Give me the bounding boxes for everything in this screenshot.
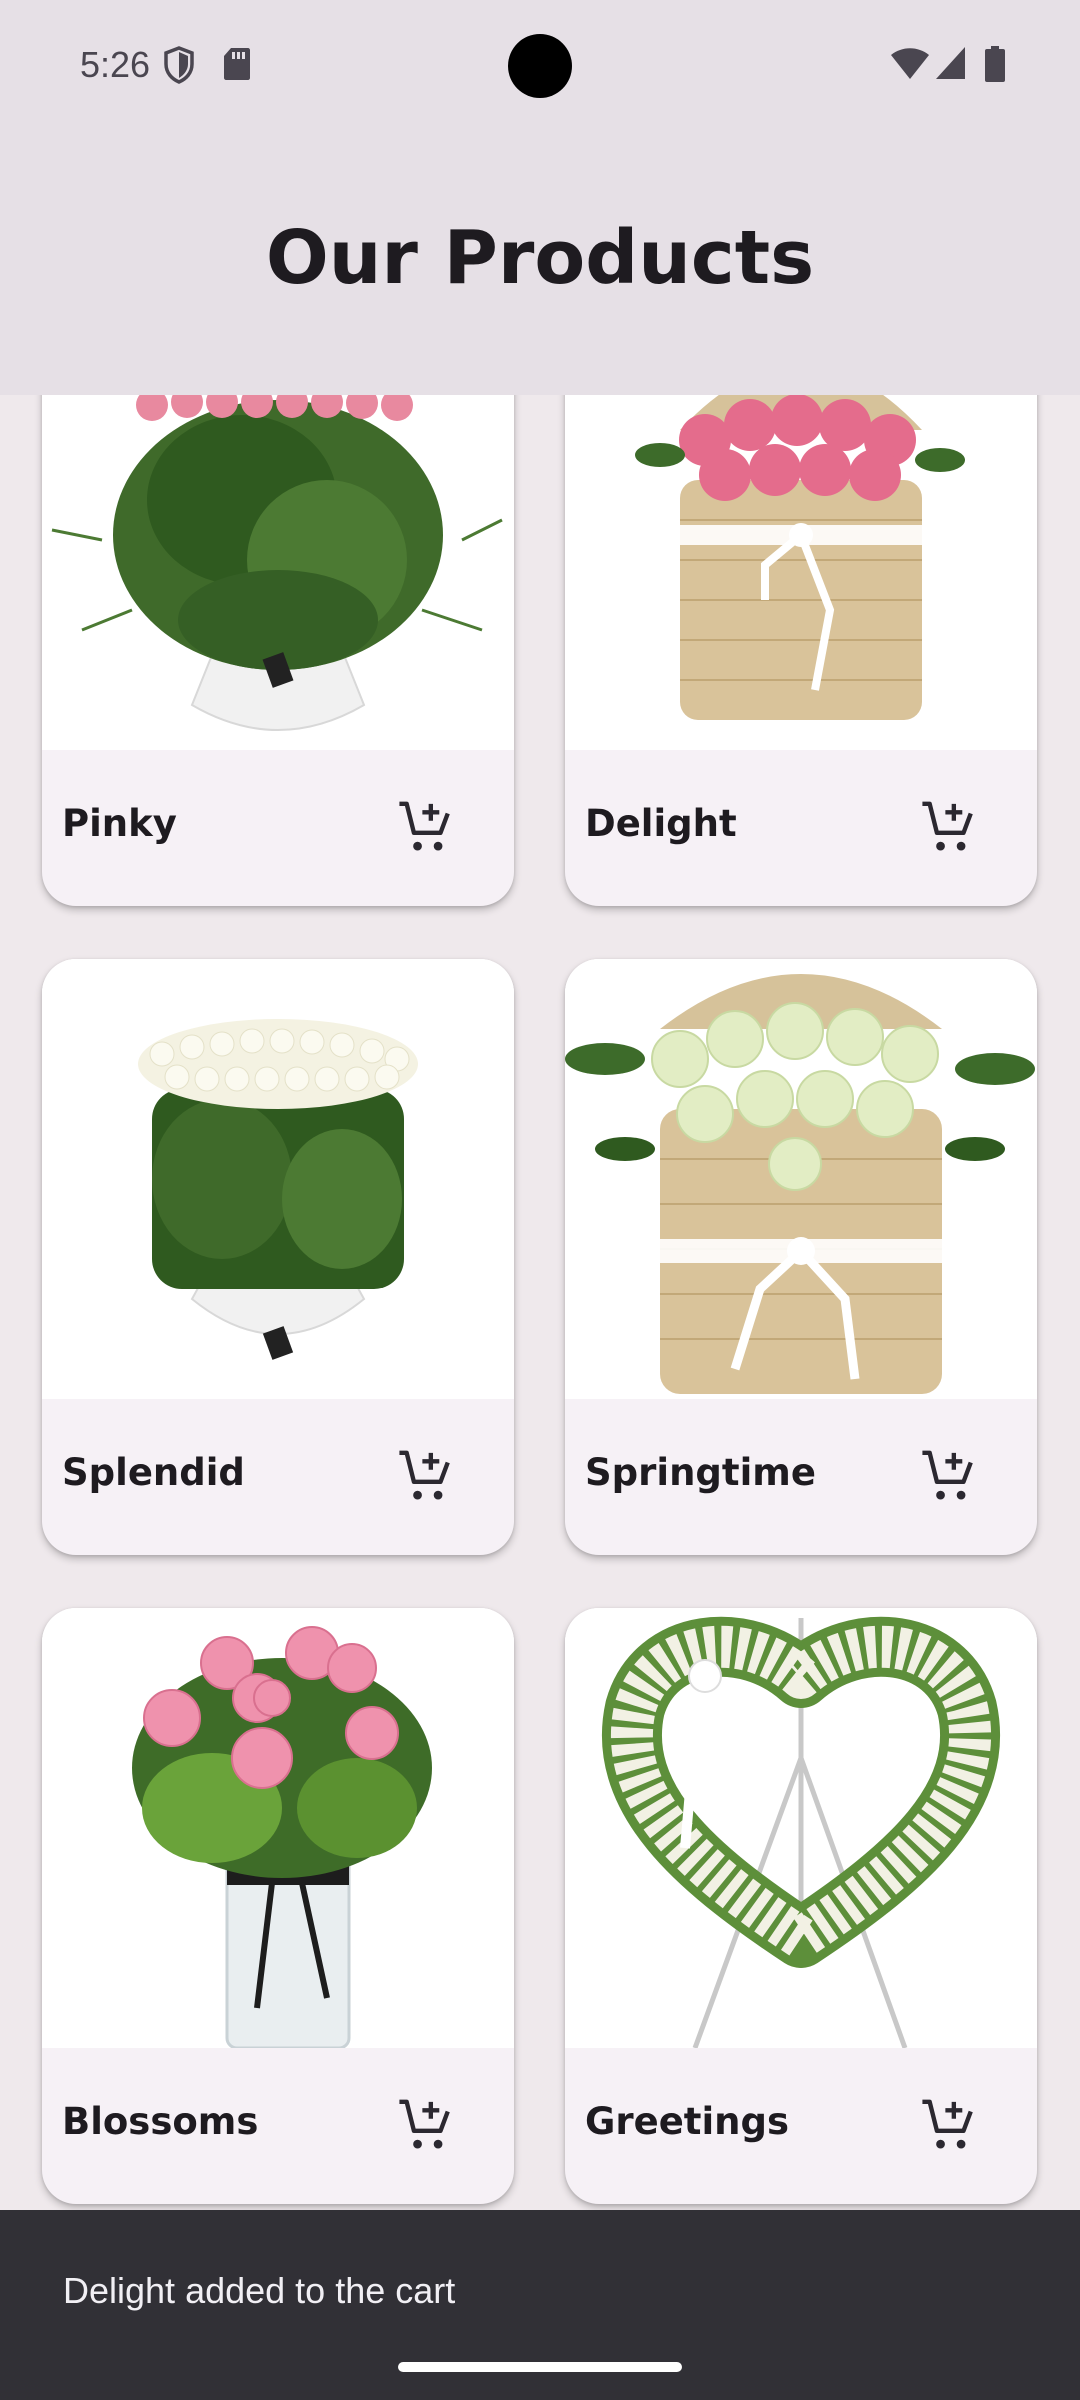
product-footer-greetings: Greetings — [565, 2048, 1037, 2204]
product-image-greetings[interactable] — [565, 1608, 1037, 2048]
product-card-delight[interactable]: Delight — [565, 310, 1037, 906]
snackbar-message: Delight added to the cart — [63, 2270, 456, 2311]
add-to-cart-button[interactable] — [917, 2094, 981, 2158]
add-to-cart-button[interactable] — [917, 1445, 981, 1509]
product-name: Delight — [585, 802, 737, 845]
app-bar: Our Products — [0, 130, 1080, 395]
add-to-cart-icon — [399, 1450, 450, 1500]
product-footer-pinky: Pinky — [42, 750, 514, 906]
product-name: Pinky — [62, 802, 177, 845]
product-card-splendid[interactable]: Splendid — [42, 959, 514, 1555]
product-footer-blossoms: Blossoms — [42, 2048, 514, 2204]
cellular-signal-icon — [935, 46, 967, 84]
product-name: Springtime — [585, 1451, 816, 1494]
shield-icon — [163, 46, 195, 88]
add-to-cart-button[interactable] — [394, 796, 458, 860]
status-time: 5:26 — [80, 44, 151, 85]
home-indicator[interactable] — [398, 2362, 682, 2372]
front-camera — [508, 34, 572, 98]
product-name: Blossoms — [62, 2100, 259, 2143]
product-name: Splendid — [62, 1451, 245, 1494]
wifi-icon — [890, 46, 930, 84]
add-to-cart-icon — [922, 1450, 973, 1500]
add-to-cart-icon — [922, 2099, 973, 2149]
status-bar: 5:26 — [0, 0, 1080, 130]
add-to-cart-button[interactable] — [394, 1445, 458, 1509]
add-to-cart-icon — [399, 2099, 450, 2149]
sd-card-icon — [222, 46, 252, 86]
product-footer-springtime: Springtime — [565, 1399, 1037, 1555]
product-card-greetings[interactable]: Greetings — [565, 1608, 1037, 2204]
product-name: Greetings — [585, 2100, 790, 2143]
product-footer-splendid: Splendid — [42, 1399, 514, 1555]
page-title: Our Products — [265, 215, 815, 301]
add-to-cart-button[interactable] — [917, 796, 981, 860]
add-to-cart-icon — [399, 801, 450, 851]
product-footer-delight: Delight — [565, 750, 1037, 906]
product-card-springtime[interactable]: Springtime — [565, 959, 1037, 1555]
product-card-pinky[interactable]: Pinky — [42, 310, 514, 906]
add-to-cart-button[interactable] — [394, 2094, 458, 2158]
add-to-cart-icon — [922, 801, 973, 851]
product-image-springtime[interactable] — [565, 959, 1037, 1399]
product-card-blossoms[interactable]: Blossoms — [42, 1608, 514, 2204]
product-image-splendid[interactable] — [42, 959, 514, 1399]
product-image-blossoms[interactable] — [42, 1608, 514, 2048]
battery-icon — [984, 46, 1006, 86]
